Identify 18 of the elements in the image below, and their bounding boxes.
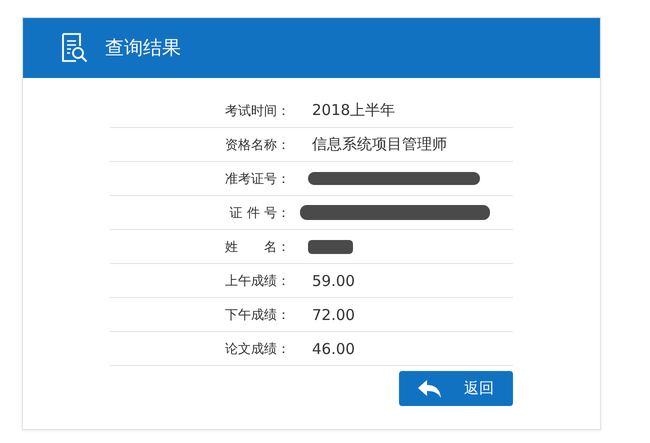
field-label: 上午成绩： <box>224 272 290 290</box>
field-label: 资格名称： <box>224 136 290 154</box>
field-value: 2018上半年 <box>312 101 396 120</box>
redaction-mark <box>308 240 353 254</box>
page-title: 查询结果 <box>105 36 181 61</box>
field-value: 信息系统项目管理师 <box>312 135 447 154</box>
field-label: 准考证号： <box>224 170 290 188</box>
field-label: 下午成绩： <box>224 306 290 324</box>
back-button[interactable]: 返回 <box>399 371 513 406</box>
field-label: 论文成绩： <box>224 340 290 358</box>
field-label: 证 件 号： <box>228 204 290 222</box>
field-label: 考试时间： <box>224 102 290 120</box>
back-arrow-icon <box>418 380 442 398</box>
field-value: 72.00 <box>312 306 355 324</box>
field-value: 46.00 <box>312 340 355 358</box>
field-value: 59.00 <box>312 272 355 290</box>
field-label: 姓 名： <box>224 238 290 256</box>
document-search-icon <box>61 33 89 63</box>
